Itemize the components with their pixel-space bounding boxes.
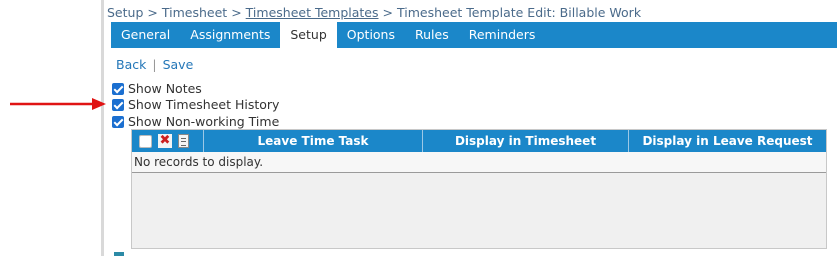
column-header-leave-time-task[interactable]: Leave Time Task [204,130,423,152]
tab-rules[interactable]: Rules [405,22,459,48]
tab-assignments[interactable]: Assignments [180,22,280,48]
show-timesheet-history-option[interactable]: Show Timesheet History [112,97,279,112]
breadcrumb-setup[interactable]: Setup [107,5,143,20]
show-non-working-time-label: Show Non-working Time [128,114,280,129]
show-timesheet-history-checkbox[interactable] [112,98,124,111]
save-link[interactable]: Save [163,57,194,72]
tab-general[interactable]: General [111,22,180,48]
column-header-display-in-leave-request[interactable]: Display in Leave Request [629,130,826,152]
column-header-display-in-timesheet[interactable]: Display in Timesheet [423,130,629,152]
show-notes-option[interactable]: Show Notes [112,81,202,96]
grid-header: ✖ Leave Time Task Display in Timesheet D… [132,130,826,152]
breadcrumb-timesheet[interactable]: Timesheet [162,5,227,20]
breadcrumb-timesheet-templates[interactable]: Timesheet Templates [246,5,379,20]
show-non-working-time-option[interactable]: Show Non-working Time [112,114,279,129]
tab-bar: General Assignments Setup Options Rules … [111,22,837,48]
left-border [101,0,104,256]
tab-reminders[interactable]: Reminders [459,22,546,48]
grid-toolbar: ✖ [132,130,204,152]
breadcrumb-separator: > [147,5,158,20]
back-link[interactable]: Back [116,57,146,72]
tab-setup[interactable]: Setup [280,22,337,48]
show-notes-checkbox[interactable] [112,82,124,95]
bottom-edge-element [114,252,124,256]
action-links: Back | Save [116,57,193,72]
show-timesheet-history-label: Show Timesheet History [128,97,280,112]
red-arrow-icon [10,98,106,110]
tab-options[interactable]: Options [337,22,405,48]
breadcrumb-current-page: Timesheet Template Edit: Billable Work [397,5,642,20]
delete-x-icon[interactable]: ✖ [158,134,172,148]
breadcrumb: Setup > Timesheet > Timesheet Templates > Time… [107,5,641,20]
leave-tasks-grid: ✖ Leave Time Task Display in Timesheet D… [131,129,827,249]
show-notes-label: Show Notes [128,81,202,96]
document-icon[interactable] [178,134,189,148]
grid-empty-message: No records to display. [132,152,826,173]
breadcrumb-separator: > [231,5,242,20]
breadcrumb-separator: > [382,5,393,20]
show-non-working-time-checkbox[interactable] [112,115,124,128]
action-separator: | [152,57,157,72]
select-all-checkbox-icon[interactable] [139,134,152,148]
